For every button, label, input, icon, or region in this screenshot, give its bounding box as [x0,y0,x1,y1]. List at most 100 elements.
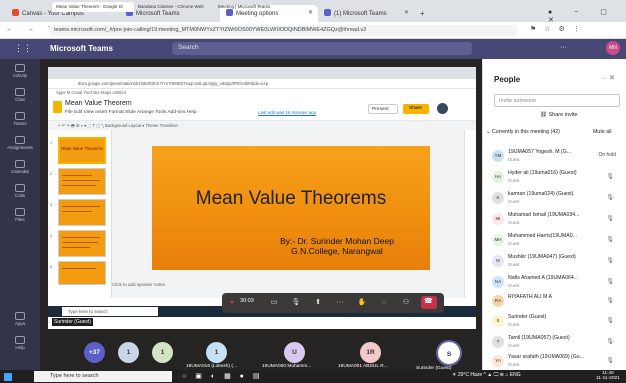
url-field[interactable]: teams.microsoft.com/_#/pre-join-calling/… [48,25,518,36]
phone-icon [15,184,25,192]
extension-icons[interactable]: ⚑☆⚙⋮ [530,25,588,33]
participant-row[interactable]: NA Nafis Ahamed A (19UMA064... Guest 🎙 [490,273,618,293]
participant-name: Yasar arafath (19UMA069) (Gu... [508,354,585,360]
participant-row[interactable]: Kkamran (19uma024) (Guest) Guest 🎙 [490,189,618,209]
slide-number: 5 [50,264,53,269]
slide-thumbnail-4 [58,230,106,257]
slide-thumbnail-5 [58,261,106,285]
panel-controls[interactable]: ··· ✕ [600,74,615,82]
camera-icon[interactable]: ▭ [268,296,280,309]
avatar: RA [492,295,504,307]
mic-muted-icon: 🎙 [606,174,614,180]
search-box[interactable] [172,42,472,55]
mic-muted-icon: 🎙 [606,318,614,324]
participant-row[interactable]: YM 19UMA057 Yogesh. M (G... Guest On hold [490,147,618,167]
avatar: T [492,336,504,348]
more-actions-icon[interactable]: ··· [334,296,346,309]
tab-label: Meeting | Microsoft Teams [218,4,271,9]
share-screen-icon[interactable]: ⬆ [312,296,324,309]
windows-start-icon[interactable] [4,373,12,381]
rail-chat[interactable]: Chat [6,86,34,108]
participant-row[interactable]: MI Muhamad Ismail (19UMA034... Guest 🎙 [490,210,618,230]
share-invite-label: Share invite [548,112,578,118]
microphone-icon[interactable]: 🎙 [290,296,302,309]
bell-icon [15,64,25,72]
close-tab-icon[interactable]: ✕ [308,9,313,16]
thumb-line [62,242,98,243]
share-button: Share [403,104,429,114]
rail-teams[interactable]: Teams [6,110,34,132]
mic-muted-icon: 🎙 [606,237,614,243]
browser-tab-teams-2[interactable]: (1) Microsoft Teams ✕ [318,5,414,22]
app-name: Microsoft Teams [50,44,113,53]
thumb-title: Mean Value Theorems [61,146,103,151]
participant-name: RIYAFATH ALI M A [508,294,552,300]
thumb-line [62,268,96,269]
raise-hand-icon[interactable]: ✋ [356,296,368,309]
speaker-notes: Click to add speaker notes [112,282,166,287]
avatar: NA [492,276,504,288]
search-input[interactable]: Search [178,44,199,51]
participant-role: Guest [508,220,520,225]
rail-files[interactable]: Files [6,206,34,228]
mic-muted-icon: 🎙 [606,358,614,364]
invite-input[interactable]: Invite someone [494,94,620,107]
participant-name: Muhamad Ismail (19UMA034... [508,212,580,218]
rail-label: Help [15,345,25,350]
mute-all-button[interactable]: Mute all [593,129,612,135]
participant-row[interactable]: M Mushkir (19UMA047) (Guest) Guest 🎙 [490,252,618,272]
participant-name: Nafis Ahamed A (19UMA064... [508,275,579,281]
taskbar-search[interactable]: Type here to search [34,371,172,382]
participant-name: 19UMA050 Muhamm... [262,364,312,369]
current-meeting-header[interactable]: ⌄ Currently in this meeting (42) [486,129,560,135]
participant-tile: 1 [152,342,173,363]
slide-title: Mean Value Theorems [195,188,387,209]
rail-apps[interactable]: Apps [6,310,34,332]
overflow-participants[interactable]: +37 [84,342,105,363]
slide-college-line: G.N.College, Narangwal [291,246,383,256]
shared-tab-bandana: Bandana Classes - Chrome Web [134,2,214,12]
more-options-icon[interactable]: ··· [560,44,567,51]
teams-favicon-icon [324,9,331,16]
app-launcher-icon[interactable]: ⋮⋮ [14,43,32,54]
rail-activity[interactable]: Activity [6,62,34,84]
shared-tab-strip [48,67,476,79]
share-invite-button[interactable]: ⛓ Share invite [540,112,578,118]
slide-author: By:- Dr. Surinder Mohan Deep G.N.College,… [257,236,417,256]
participant-row[interactable]: RA RIYAFATH ALI M A 🎙 [490,292,618,312]
participant-role: Guest [508,199,520,204]
slides-toolbar: + ↶ ↷ 🖶 ⊞ ⌕ ▾ ⬚ T ▢ ╲ Background Layout … [48,121,476,130]
thumb-line [62,180,100,181]
avatar: M [492,255,504,267]
current-count-label: Currently in this meeting (42) [491,129,560,135]
status-badge: On hold [598,152,616,158]
participants-icon[interactable]: ⚇ [400,296,412,309]
chat-icon[interactable]: ◌ [378,296,390,309]
participant-name: 19UMA057 Yogesh. M (G... [508,149,572,155]
participant-row[interactable]: S Surinder (Guest) Guest 🎙 [490,312,618,332]
rail-calendar[interactable]: Calendar [6,158,34,180]
rail-assignments[interactable]: Assignments [6,134,34,156]
participant-role: Guest [508,362,520,367]
file-icon [15,208,25,216]
system-tray[interactable]: ☀ 29°C Haze ^ ▲ 🖵 ⊕ ⌂ ENG [452,372,521,378]
participant-row[interactable]: T Tamil (19UMA057) (Guest) Guest 🎙 [490,333,618,353]
participant-row[interactable]: HA Hyder ali (19uma016) (Guest) Guest 🎙 [490,168,618,188]
participant-tile: 1R [360,342,381,363]
new-tab-button[interactable]: + [420,9,425,18]
rail-calls[interactable]: Calls [6,182,34,204]
teams-icon [15,112,25,120]
rail-help[interactable]: Help [6,334,34,356]
link-icon: ⛓ [540,112,549,118]
tab-label: (1) Microsoft Teams [334,11,387,17]
close-tab-icon[interactable]: ✕ [404,9,409,16]
pinned-apps[interactable]: ○▣◐▦●▤ [182,372,269,380]
mic-muted-icon: 🎙 [606,339,614,345]
thumb-line [62,211,92,212]
avatar[interactable]: MN [606,41,620,55]
participant-row[interactable]: MH Muhammed Harris(19UMA0... Guest 🎙 [490,231,618,251]
help-icon [15,336,25,344]
participant-name: Tamil (19UMA057) (Guest) [508,335,570,341]
present-button: Present [368,104,398,114]
participant-row[interactable]: YA Yasar arafath (19UMA069) (Gu... Guest 🎙 [490,352,618,372]
